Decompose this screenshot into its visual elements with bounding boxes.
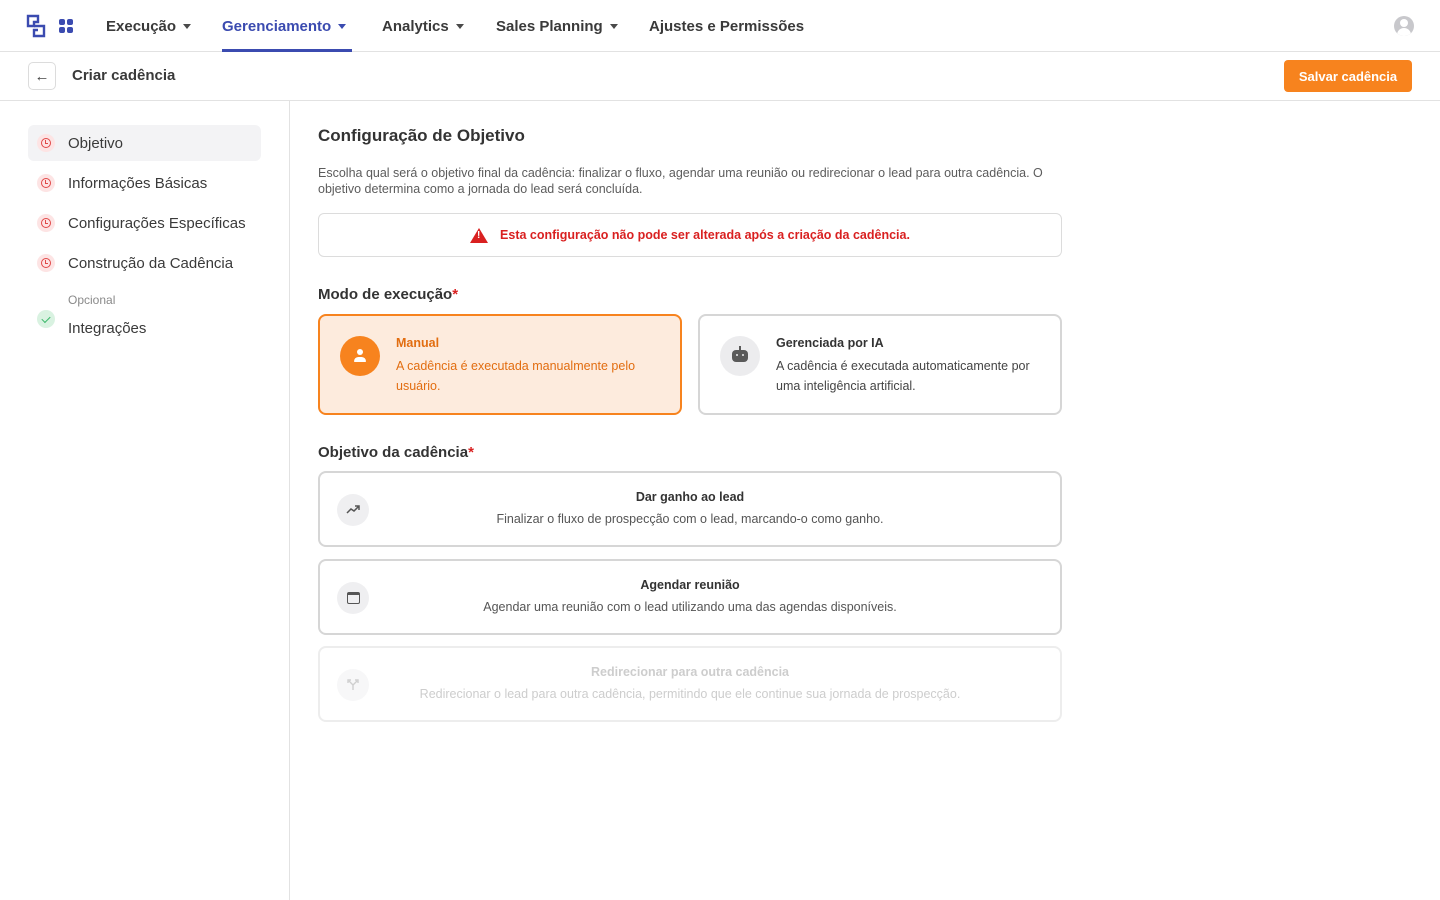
- step-label: Objetivo: [68, 134, 124, 152]
- objective-win-lead-card[interactable]: Dar ganho ao lead Finalizar o fluxo de p…: [318, 471, 1062, 547]
- top-navigation: Execução Gerenciamento Analytics Sales P…: [0, 0, 1440, 52]
- execution-mode-label: Modo de execução*: [318, 286, 458, 303]
- back-button[interactable]: ←: [28, 62, 56, 90]
- nav-ajustes-permissoes-label: Ajustes e Permissões: [649, 17, 805, 35]
- required-asterisk: *: [452, 286, 459, 303]
- objective-title: Agendar reunião: [640, 578, 740, 592]
- step-label: Integrações: [68, 319, 147, 337]
- step-objetivo[interactable]: Objetivo: [28, 125, 261, 161]
- pending-clock-icon: [37, 134, 55, 152]
- page-header: ← Criar cadência Salvar cadência: [0, 52, 1440, 101]
- nav-execucao-label: Execução: [106, 17, 177, 35]
- warning-banner: ! Esta configuração não pode ser alterad…: [318, 213, 1062, 257]
- nav-analytics[interactable]: Analytics: [382, 0, 464, 52]
- nav-gerenciamento[interactable]: Gerenciamento: [222, 0, 353, 52]
- chevron-down-icon: [609, 23, 618, 29]
- nav-sales-planning[interactable]: Sales Planning: [496, 0, 618, 52]
- page-title: Criar cadência: [72, 67, 176, 84]
- save-cadence-button[interactable]: Salvar cadência: [1284, 60, 1412, 92]
- step-label: Construção da Cadência: [68, 254, 234, 272]
- objective-title: Redirecionar para outra cadência: [591, 665, 789, 679]
- step-construcao-cadencia[interactable]: Construção da Cadência: [28, 245, 261, 281]
- steps-sidebar: Objetivo Informações Básicas Configuraçõ…: [0, 101, 290, 900]
- objective-description: Finalizar o fluxo de prospecção com o le…: [496, 512, 884, 526]
- objective-schedule-meeting-card[interactable]: Agendar reunião Agendar uma reunião com …: [318, 559, 1062, 635]
- user-avatar-icon[interactable]: [1394, 16, 1414, 36]
- chevron-down-icon: [455, 23, 464, 29]
- nav-sales-planning-label: Sales Planning: [496, 17, 603, 35]
- pending-clock-icon: [37, 174, 55, 192]
- objective-description: Redirecionar o lead para outra cadência,…: [419, 687, 961, 701]
- robot-icon: [720, 336, 760, 376]
- pending-clock-icon: [37, 214, 55, 232]
- nav-analytics-label: Analytics: [382, 17, 449, 35]
- section-title: Configuração de Objetivo: [318, 126, 525, 145]
- objective-label-text: Objetivo da cadência: [318, 444, 469, 461]
- check-icon: [37, 310, 55, 328]
- brand-logo-icon[interactable]: [26, 14, 46, 38]
- nav-gerenciamento-label: Gerenciamento: [222, 17, 332, 35]
- mode-ai-card[interactable]: Gerenciada por IA A cadência é executada…: [698, 314, 1062, 415]
- objective-redirect-card: Redirecionar para outra cadência Redirec…: [318, 646, 1062, 722]
- warning-icon: !: [470, 227, 489, 243]
- arrow-left-icon: ←: [34, 67, 50, 85]
- objective-title: Dar ganho ao lead: [635, 490, 745, 504]
- step-label: Configurações Específicas: [68, 214, 246, 232]
- mode-title: Manual: [396, 336, 440, 350]
- mode-title: Gerenciada por IA: [776, 336, 884, 350]
- execution-mode-label-text: Modo de execução: [318, 286, 453, 303]
- user-icon: [340, 336, 380, 376]
- apps-grid-icon[interactable]: [59, 19, 73, 33]
- mode-description: A cadência é executada manualmente pelo …: [396, 359, 636, 393]
- step-integracoes[interactable]: Integrações: [28, 301, 261, 337]
- mode-description: A cadência é executada automaticamente p…: [776, 359, 1030, 393]
- nav-ajustes-permissoes[interactable]: Ajustes e Permissões: [649, 0, 804, 52]
- objective-description: Agendar uma reunião com o lead utilizand…: [483, 600, 897, 614]
- section-description: Escolha qual será o objetivo final da ca…: [318, 166, 1043, 196]
- step-informacoes-basicas[interactable]: Informações Básicas: [28, 165, 261, 201]
- required-asterisk: *: [468, 444, 474, 461]
- step-configuracoes-especificas[interactable]: Configurações Específicas: [28, 205, 261, 241]
- chevron-down-icon: [338, 23, 347, 29]
- pending-clock-icon: [37, 254, 55, 272]
- chevron-down-icon: [183, 23, 192, 29]
- mode-manual-card[interactable]: Manual A cadência é executada manualment…: [318, 314, 682, 415]
- nav-execucao[interactable]: Execução: [106, 0, 192, 52]
- warning-text: Esta configuração não pode ser alterada …: [500, 228, 910, 242]
- step-label: Informações Básicas: [68, 174, 208, 192]
- objective-label: Objetivo da cadência*: [318, 444, 474, 461]
